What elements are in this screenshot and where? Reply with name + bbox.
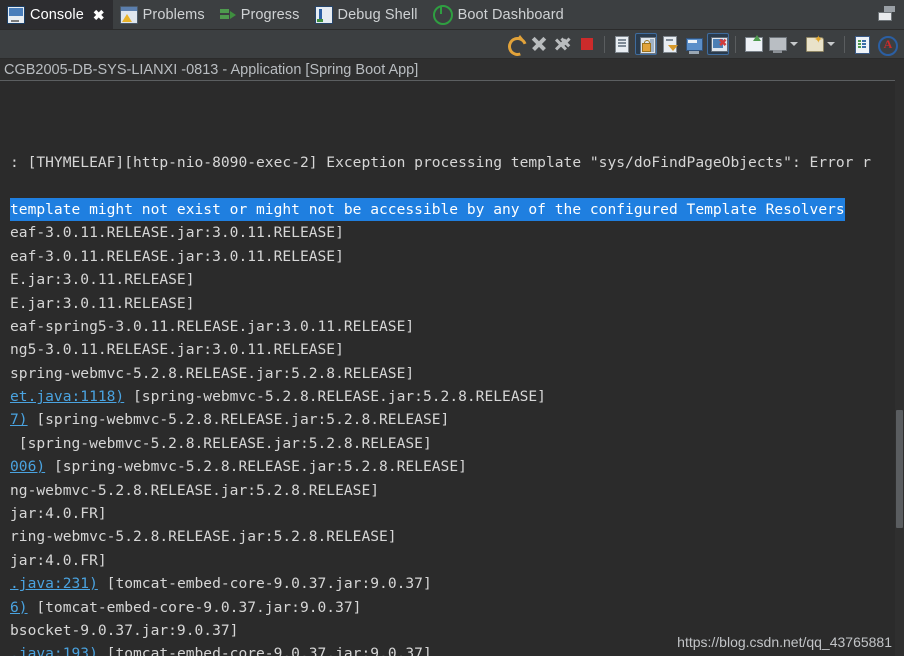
separator-2 <box>735 35 736 53</box>
console-line-text: ring-webmvc-5.2.8.RELEASE.jar:5.2.8.RELE… <box>10 528 397 546</box>
display-selected-console-icon[interactable] <box>683 33 705 55</box>
console-stacktrace-link[interactable]: 006) <box>10 458 45 475</box>
console-line-text: [tomcat-embed-core-9.0.37.jar:9.0.37] <box>27 598 362 616</box>
debug-shell-icon <box>314 5 333 24</box>
console-title: CGB2005-DB-SYS-LIANXI -0813 - Applicatio… <box>4 62 419 78</box>
console-line-text: jar:4.0.FR] <box>10 505 107 523</box>
console-line: spring-webmvc-5.2.8.RELEASE.jar:5.2.8.RE… <box>0 362 904 385</box>
console-line-text: E.jar:3.0.11.RELEASE] <box>10 294 195 312</box>
console-line-text: [tomcat-embed-core-9.0.37.jar:9.0.37] <box>97 645 432 656</box>
scroll-lock-icon[interactable] <box>635 33 657 55</box>
console-line: jar:4.0.FR] <box>0 549 904 572</box>
watermark: https://blog.csdn.net/qq_43765881 <box>677 634 892 650</box>
eclipse-console-view: Console ✖ Problems Progress Debug Shell … <box>0 0 904 656</box>
tab-progress[interactable]: Progress <box>213 0 308 29</box>
terminate-all-icon[interactable] <box>552 33 574 55</box>
clear-console-icon[interactable] <box>611 33 633 55</box>
console-line: eaf-3.0.11.RELEASE.jar:3.0.11.RELEASE] <box>0 245 904 268</box>
console-line: ng-webmvc-5.2.8.RELEASE.jar:5.2.8.RELEAS… <box>0 479 904 502</box>
progress-icon <box>219 7 236 23</box>
console-line: eaf-3.0.11.RELEASE.jar:3.0.11.RELEASE] <box>0 221 904 244</box>
terminate-icon[interactable] <box>528 33 550 55</box>
console-line: 006) [spring-webmvc-5.2.8.RELEASE.jar:5.… <box>0 455 904 478</box>
remove-all-terminated-icon[interactable]: ✖ <box>707 33 729 55</box>
stop-icon[interactable] <box>576 33 598 55</box>
console-line-text: [tomcat-embed-core-9.0.37.jar:9.0.37] <box>97 575 432 593</box>
console-line-text: ng-webmvc-5.2.8.RELEASE.jar:5.2.8.RELEAS… <box>10 481 380 499</box>
tab-debug-shell-label: Debug Shell <box>337 6 418 23</box>
boot-dashboard-icon <box>432 4 453 25</box>
tab-problems[interactable]: Problems <box>113 0 213 29</box>
tab-console[interactable]: Console ✖ <box>0 0 113 29</box>
new-console-view-icon[interactable]: ✦ <box>803 33 825 55</box>
console-line: E.jar:3.0.11.RELEASE] <box>0 268 904 291</box>
restore-view-icon[interactable] <box>878 6 896 22</box>
tab-console-label: Console <box>30 6 84 23</box>
console-stacktrace-link[interactable]: 6) <box>10 599 28 616</box>
console-output-area[interactable]: : [THYMELEAF][http-nio-8090-exec-2] Exce… <box>0 80 904 656</box>
console-line-text: eaf-3.0.11.RELEASE.jar:3.0.11.RELEASE] <box>10 224 344 242</box>
console-line: E.jar:3.0.11.RELEASE] <box>0 292 904 315</box>
console-line-text: [spring-webmvc-5.2.8.RELEASE.jar:5.2.8.R… <box>10 434 432 452</box>
console-line-text: bsocket-9.0.37.jar:9.0.37] <box>10 621 239 639</box>
console-stacktrace-link[interactable]: .java:231) <box>10 575 98 592</box>
console-stacktrace-link[interactable]: .java:193) <box>10 645 98 656</box>
console-line-text: eaf-3.0.11.RELEASE.jar:3.0.11.RELEASE] <box>10 247 344 265</box>
ansi-console-icon[interactable]: A <box>875 33 898 56</box>
console-line-selected: template might not exist or might not be… <box>10 197 845 222</box>
console-line: eaf-spring5-3.0.11.RELEASE.jar:3.0.11.RE… <box>0 315 904 338</box>
problems-icon <box>119 5 138 24</box>
chevron-down-icon-2[interactable] <box>827 42 835 46</box>
chevron-down-icon-1[interactable] <box>790 42 798 46</box>
console-line-text: ng5-3.0.11.RELEASE.jar:3.0.11.RELEASE] <box>10 341 344 359</box>
word-wrap-icon[interactable] <box>851 33 873 55</box>
separator-1 <box>604 35 605 53</box>
console-line-text: eaf-spring5-3.0.11.RELEASE.jar:3.0.11.RE… <box>10 317 415 335</box>
separator-3 <box>844 35 845 53</box>
open-console-icon[interactable] <box>742 33 764 55</box>
view-tab-bar: Console ✖ Problems Progress Debug Shell … <box>0 0 904 30</box>
pin-console-icon[interactable] <box>659 33 681 55</box>
display-selected-console-dropdown-icon[interactable] <box>766 33 788 55</box>
console-line: ring-webmvc-5.2.8.RELEASE.jar:5.2.8.RELE… <box>0 525 904 548</box>
console-line: .java:231) [tomcat-embed-core-9.0.37.jar… <box>0 572 904 595</box>
tab-boot-dashboard-label: Boot Dashboard <box>457 6 564 23</box>
console-line-text: : [THYMELEAF][http-nio-8090-exec-2] Exce… <box>10 154 872 172</box>
close-icon[interactable]: ✖ <box>93 8 105 22</box>
relaunch-icon[interactable] <box>504 33 526 55</box>
console-line-text: [spring-webmvc-5.2.8.RELEASE.jar:5.2.8.R… <box>27 411 450 429</box>
console-line: ng5-3.0.11.RELEASE.jar:3.0.11.RELEASE] <box>0 338 904 361</box>
scrollbar-thumb[interactable] <box>896 410 903 528</box>
console-icon <box>7 5 25 24</box>
console-line-text: [spring-webmvc-5.2.8.RELEASE.jar:5.2.8.R… <box>45 458 467 476</box>
tab-debug-shell[interactable]: Debug Shell <box>308 0 426 29</box>
tab-problems-label: Problems <box>142 6 205 23</box>
tab-progress-label: Progress <box>240 6 300 23</box>
console-line-text: spring-webmvc-5.2.8.RELEASE.jar:5.2.8.RE… <box>10 364 415 382</box>
console-toolbar: ✖ ✦ A <box>0 30 904 59</box>
console-line-text: jar:4.0.FR] <box>10 551 107 569</box>
console-title-bar: CGB2005-DB-SYS-LIANXI -0813 - Applicatio… <box>0 59 904 81</box>
console-line: 6) [tomcat-embed-core-9.0.37.jar:9.0.37] <box>0 596 904 619</box>
console-line-list: : [THYMELEAF][http-nio-8090-exec-2] Exce… <box>0 81 904 656</box>
console-line: [spring-webmvc-5.2.8.RELEASE.jar:5.2.8.R… <box>0 432 904 455</box>
console-line: 7) [spring-webmvc-5.2.8.RELEASE.jar:5.2.… <box>0 408 904 431</box>
console-line: template might not exist or might not be… <box>0 197 904 222</box>
console-stacktrace-link[interactable]: et.java:1118) <box>10 388 124 405</box>
console-line-text: [spring-webmvc-5.2.8.RELEASE.jar:5.2.8.R… <box>124 388 546 406</box>
console-stacktrace-link[interactable]: 7) <box>10 411 28 428</box>
console-line: et.java:1118) [spring-webmvc-5.2.8.RELEA… <box>0 385 904 408</box>
console-line: : [THYMELEAF][http-nio-8090-exec-2] Exce… <box>0 151 904 174</box>
console-vertical-scrollbar[interactable] <box>895 80 904 656</box>
console-line-text: E.jar:3.0.11.RELEASE] <box>10 271 195 289</box>
console-line: jar:4.0.FR] <box>0 502 904 525</box>
tab-boot-dashboard[interactable]: Boot Dashboard <box>426 0 572 29</box>
